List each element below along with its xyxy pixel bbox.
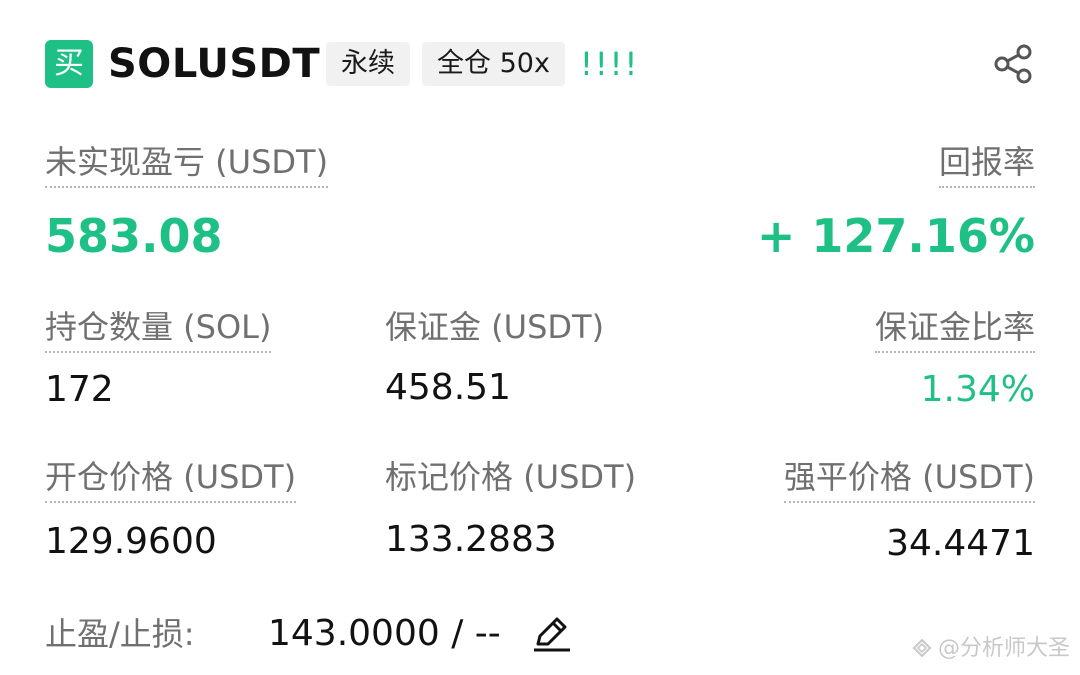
roe-label[interactable]: 回报率 <box>938 140 1035 188</box>
unrealized-pnl-label[interactable]: 未实现盈亏 (USDT) <box>45 140 329 188</box>
position-header: 买 SOLUSDT 永续 全仓 50x !!!! <box>45 38 1035 90</box>
unrealized-pnl-value: 583.08 <box>45 209 223 263</box>
margin-ratio-label[interactable]: 保证金比率 <box>874 305 1035 353</box>
roe-value: + 127.16% <box>756 209 1035 263</box>
watermark-text: @分析师大圣 <box>937 636 1070 661</box>
position-size-value: 172 <box>45 369 114 410</box>
buy-side-badge: 买 <box>45 40 93 88</box>
liquidation-price-value: 34.4471 <box>886 523 1035 564</box>
mark-price-label: 标记价格 (USDT) <box>385 458 637 496</box>
symbol-title[interactable]: SOLUSDT <box>108 40 320 88</box>
position-size-label[interactable]: 持仓数量 (SOL) <box>45 305 272 353</box>
entry-price-label[interactable]: 开仓价格 (USDT) <box>45 455 297 503</box>
tpsl-label: 止盈/止损: <box>45 615 195 653</box>
watermark-logo-icon <box>912 638 932 658</box>
tpsl-value: 143.0000 / -- <box>268 613 501 654</box>
margin-ratio-value: 1.34% <box>920 369 1035 410</box>
liquidation-price-label[interactable]: 强平价格 (USDT) <box>783 455 1035 503</box>
margin-mode-leverage-tag[interactable]: 全仓 50x <box>422 42 565 86</box>
share-icon[interactable] <box>991 42 1035 86</box>
margin-label: 保证金 (USDT) <box>385 308 605 346</box>
mark-price-value: 133.2883 <box>385 519 557 560</box>
margin-value: 458.51 <box>385 367 511 408</box>
pencil-icon[interactable] <box>530 612 574 656</box>
risk-warning-indicator: !!!! <box>580 45 640 83</box>
watermark: @分析师大圣 <box>912 634 1070 664</box>
perpetual-tag: 永续 <box>326 42 410 86</box>
entry-price-value: 129.9600 <box>45 521 217 562</box>
